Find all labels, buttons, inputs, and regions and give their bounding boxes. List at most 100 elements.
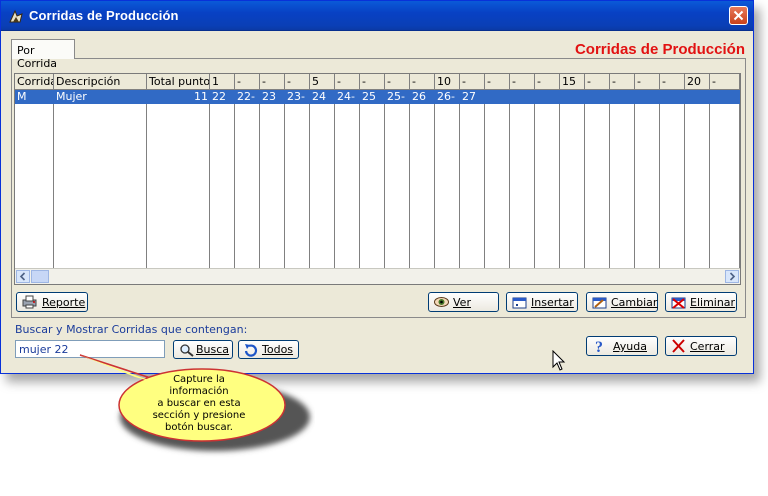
- column-divider: [434, 90, 435, 269]
- scroll-left-button[interactable]: [16, 270, 30, 283]
- column-header[interactable]: -: [510, 74, 535, 90]
- table-cell[interactable]: 22: [210, 90, 234, 104]
- callout-line: Capture la información: [169, 374, 229, 397]
- column-header[interactable]: -: [385, 74, 410, 90]
- column-divider: [53, 90, 54, 269]
- table-cell[interactable]: Mujer: [54, 90, 146, 104]
- main-window: Corridas de Producción Por Corrida Corri…: [0, 0, 754, 374]
- cerrar-label: Cerrar: [690, 340, 725, 353]
- scroll-right-button[interactable]: [725, 270, 739, 283]
- column-header[interactable]: Descripción: [54, 74, 147, 90]
- column-divider: [384, 90, 385, 269]
- column-header[interactable]: -: [410, 74, 435, 90]
- insert-window-icon: [512, 297, 527, 309]
- callout-line: a buscar en esta: [157, 398, 241, 409]
- eliminar-button[interactable]: Eliminar: [665, 292, 737, 312]
- column-header[interactable]: Corrida: [15, 74, 54, 90]
- column-divider: [234, 90, 235, 269]
- column-header[interactable]: -: [610, 74, 635, 90]
- table-cell[interactable]: 25-: [385, 90, 409, 104]
- column-header[interactable]: 5: [310, 74, 335, 90]
- column-divider: [259, 90, 260, 269]
- table-cell[interactable]: M: [15, 90, 53, 104]
- edit-window-icon: [592, 297, 607, 309]
- svg-text:?: ?: [595, 339, 603, 354]
- scroll-thumb[interactable]: [31, 270, 49, 283]
- column-header[interactable]: -: [535, 74, 560, 90]
- column-header[interactable]: -: [260, 74, 285, 90]
- table-cell[interactable]: 23: [260, 90, 284, 104]
- table-cell[interactable]: 27: [460, 90, 484, 104]
- horizontal-scrollbar[interactable]: [15, 268, 740, 284]
- eye-icon: [434, 297, 449, 307]
- cerrar-button[interactable]: Cerrar: [665, 336, 737, 356]
- table-cell[interactable]: 24: [310, 90, 334, 104]
- reporte-label: Reporte: [42, 296, 86, 309]
- column-divider: [684, 90, 685, 269]
- column-header[interactable]: -: [485, 74, 510, 90]
- cambiar-button[interactable]: Cambiar: [586, 292, 658, 312]
- ayuda-label: Ayuda: [613, 340, 647, 353]
- column-header[interactable]: Total puntos: [147, 74, 210, 90]
- column-divider: [659, 90, 660, 269]
- help-icon: ?: [595, 339, 603, 354]
- column-header[interactable]: -: [360, 74, 385, 90]
- column-header[interactable]: 1: [210, 74, 235, 90]
- column-divider: [209, 90, 210, 269]
- title-bar[interactable]: Corridas de Producción: [1, 1, 753, 31]
- column-header[interactable]: 15: [560, 74, 585, 90]
- column-header[interactable]: -: [460, 74, 485, 90]
- cambiar-label: Cambiar: [611, 296, 658, 309]
- table-cell[interactable]: 26-: [435, 90, 459, 104]
- tab-por-corrida[interactable]: Por Corrida: [11, 39, 75, 70]
- column-header[interactable]: -: [660, 74, 685, 90]
- search-label: Buscar y Mostrar Corridas que contengan:: [15, 323, 248, 336]
- insertar-label: Insertar: [531, 296, 574, 309]
- table-cell[interactable]: 24-: [335, 90, 359, 104]
- column-header[interactable]: -: [335, 74, 360, 90]
- table-cell[interactable]: 26: [410, 90, 434, 104]
- eliminar-label: Eliminar: [690, 296, 736, 309]
- table-cell[interactable]: 25: [360, 90, 384, 104]
- column-divider: [459, 90, 460, 269]
- page-title: Corridas de Producción: [574, 41, 745, 58]
- ayuda-button[interactable]: ? Ayuda: [586, 336, 658, 356]
- column-divider: [609, 90, 610, 269]
- chevron-right-icon: [729, 272, 736, 281]
- printer-icon: [22, 295, 37, 309]
- reporte-button[interactable]: Reporte: [16, 292, 88, 312]
- app-icon: [9, 9, 23, 23]
- column-header[interactable]: 20: [685, 74, 710, 90]
- column-divider: [709, 90, 710, 269]
- ver-button[interactable]: Ver: [428, 292, 499, 312]
- column-divider: [359, 90, 360, 269]
- column-divider: [409, 90, 410, 269]
- table-cell[interactable]: 11: [147, 90, 208, 104]
- delete-window-icon: [671, 297, 686, 309]
- ver-label: Ver: [453, 296, 471, 309]
- column-header[interactable]: 10: [435, 74, 460, 90]
- column-header[interactable]: -: [235, 74, 260, 90]
- column-divider: [559, 90, 560, 269]
- data-grid[interactable]: Corrida Descripción Total puntos 1- - -5- - - -1…: [14, 73, 741, 285]
- column-header[interactable]: -: [635, 74, 660, 90]
- column-divider: [739, 90, 740, 269]
- tab-label: Por Corrida: [17, 44, 58, 70]
- column-divider: [634, 90, 635, 269]
- table-cell[interactable]: 23-: [285, 90, 309, 104]
- close-button[interactable]: [729, 6, 748, 25]
- mouse-cursor-icon: [552, 350, 566, 371]
- table-cell[interactable]: 22-: [235, 90, 259, 104]
- column-header[interactable]: -: [710, 74, 740, 90]
- window-title: Corridas de Producción: [29, 8, 179, 23]
- insertar-button[interactable]: Insertar: [506, 292, 578, 312]
- chevron-left-icon: [19, 272, 26, 281]
- column-header[interactable]: -: [285, 74, 310, 90]
- close-icon: [733, 10, 744, 21]
- column-divider: [509, 90, 510, 269]
- column-divider: [284, 90, 285, 269]
- callout-text: Capture la información a buscar en esta …: [143, 374, 255, 434]
- column-header[interactable]: -: [585, 74, 610, 90]
- column-divider: [146, 90, 147, 269]
- column-divider: [309, 90, 310, 269]
